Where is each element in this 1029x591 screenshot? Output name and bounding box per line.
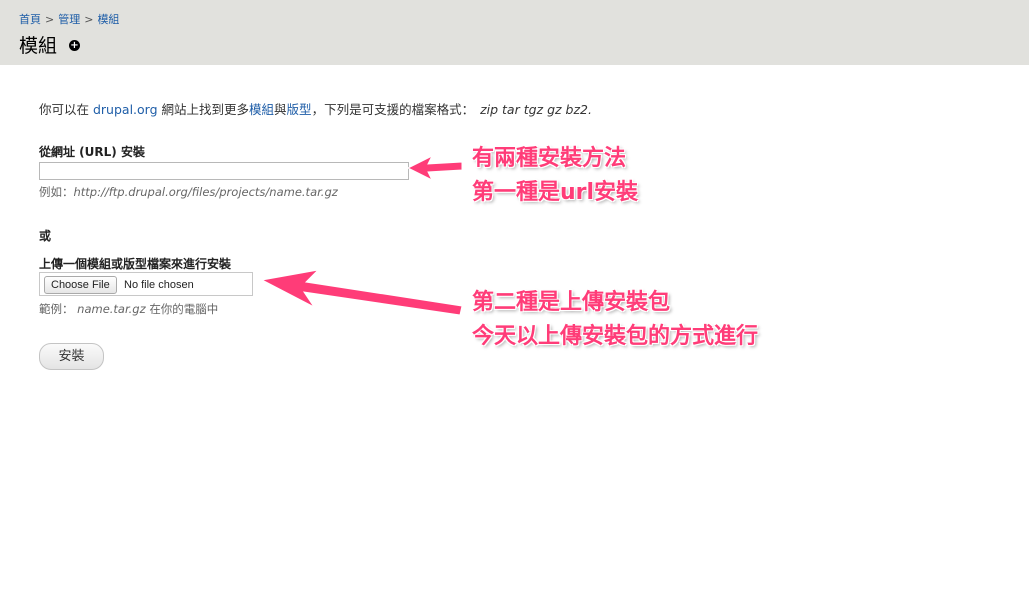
intro-conj: 與 — [274, 102, 287, 117]
upload-install-label: 上傳一個模組或版型檔案來進行安裝 — [39, 257, 232, 271]
file-status-text: No file chosen — [124, 279, 194, 291]
upload-description-example: name.tar.gz — [77, 302, 146, 316]
breadcrumb-admin-link[interactable]: 管理 — [58, 13, 80, 26]
breadcrumb-separator: > — [84, 13, 94, 26]
url-install-input[interactable] — [39, 162, 409, 180]
or-divider-text: 或 — [39, 229, 52, 243]
annotation-url-install: 第一種是url安裝 — [472, 180, 639, 205]
upload-description-prefix: 範例： — [39, 302, 74, 316]
url-description-prefix: 例如： — [39, 185, 74, 199]
breadcrumb-modules-link[interactable]: 模組 — [97, 13, 119, 26]
modules-link[interactable]: 模組 — [249, 102, 274, 117]
annotation-today-method: 今天以上傳安裝包的方式進行 — [472, 324, 759, 349]
choose-file-button[interactable]: Choose File — [44, 276, 117, 294]
arrow-to-upload-field — [260, 269, 463, 316]
themes-link[interactable]: 版型 — [287, 102, 312, 117]
upload-install-description: 範例： name.tar.gz 在你的電腦中 — [39, 301, 218, 317]
breadcrumb-separator: > — [45, 13, 55, 26]
plus-circle-icon[interactable]: + — [69, 40, 80, 51]
supported-formats: zip tar tgz gz bz2. — [480, 102, 592, 117]
file-upload-field[interactable]: Choose File No file chosen — [39, 272, 253, 296]
page-header: 首頁 > 管理 > 模組 模組 + — [0, 0, 1029, 65]
page-title: 模組 — [19, 35, 58, 57]
upload-description-suffix: 在你的電腦中 — [149, 302, 219, 316]
install-button[interactable]: 安裝 — [39, 343, 104, 370]
intro-middle: 網站上找到更多 — [157, 102, 250, 117]
intro-suffix: ，下列是可支援的檔案格式： — [311, 102, 475, 117]
arrow-to-url-field — [406, 154, 463, 182]
url-install-description: 例如：http://ftp.drupal.org/files/projects/… — [39, 184, 338, 200]
intro-text: 你可以在 drupal.org 網站上找到更多模組與版型，下列是可支援的檔案格式… — [39, 99, 592, 118]
annotation-upload-install: 第二種是上傳安裝包 — [472, 290, 671, 315]
breadcrumb: 首頁 > 管理 > 模組 — [19, 11, 119, 27]
intro-prefix: 你可以在 — [39, 102, 93, 117]
breadcrumb-home-link[interactable]: 首頁 — [19, 13, 41, 26]
url-description-example: http://ftp.drupal.org/files/projects/nam… — [73, 185, 338, 199]
drupal-org-link[interactable]: drupal.org — [93, 102, 158, 117]
annotation-two-methods: 有兩種安裝方法 — [472, 146, 627, 171]
url-install-label: 從網址 (URL) 安裝 — [39, 145, 145, 159]
